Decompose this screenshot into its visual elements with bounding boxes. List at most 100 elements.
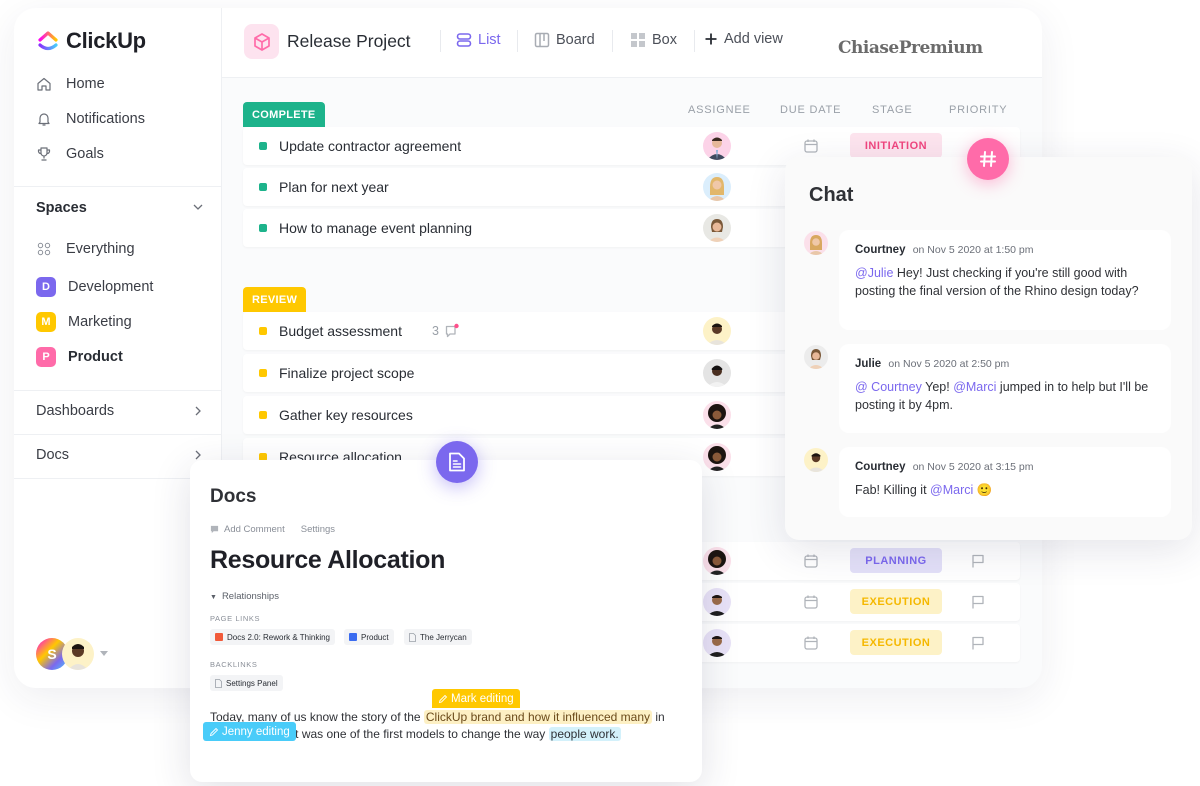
comment-bubble-icon[interactable] xyxy=(444,323,460,339)
message-author-avatar[interactable] xyxy=(804,231,828,255)
dashboards-chevron-right-icon[interactable] xyxy=(191,404,205,421)
mention-link[interactable]: @Marci xyxy=(953,380,996,394)
task-name[interactable]: Budget assessment xyxy=(279,323,402,339)
sidebar-item-everything[interactable]: Everything xyxy=(36,241,135,257)
page-link-chip[interactable]: Product xyxy=(344,629,394,645)
task-name[interactable]: Plan for next year xyxy=(279,179,389,195)
stage-badge[interactable]: INITIATION xyxy=(850,133,942,158)
message-author[interactable]: Courtney xyxy=(855,244,905,256)
sidebar-item-home[interactable]: Home xyxy=(36,76,105,92)
team-member-avatar[interactable] xyxy=(62,638,94,670)
column-header-priority[interactable]: PRIORITY xyxy=(949,104,1007,116)
task-row[interactable]: PLANNING xyxy=(690,542,1020,580)
clickup-logo[interactable]: ClickUp xyxy=(36,28,146,54)
status-dot[interactable] xyxy=(259,142,267,150)
due-date-calendar-icon[interactable] xyxy=(803,635,819,651)
message-author-avatar[interactable] xyxy=(804,345,828,369)
task-row[interactable]: Gather key resources xyxy=(243,396,788,434)
task-row[interactable]: EXECUTION xyxy=(690,624,1020,662)
due-date-calendar-icon[interactable] xyxy=(803,553,819,569)
add-view-button[interactable]: Add view xyxy=(704,31,783,47)
collaborator-cursor-mark: Mark editing xyxy=(432,689,520,708)
tab-list[interactable]: List xyxy=(456,32,501,48)
stage-badge[interactable]: EXECUTION xyxy=(850,589,942,614)
stage-badge[interactable]: PLANNING xyxy=(850,548,942,573)
status-group-complete[interactable]: COMPLETE xyxy=(243,102,325,127)
header-divider xyxy=(694,30,695,52)
status-dot[interactable] xyxy=(259,411,267,419)
assignee-avatar[interactable] xyxy=(703,317,731,345)
due-date-calendar-icon[interactable] xyxy=(803,138,819,154)
backlink-chip[interactable]: Settings Panel xyxy=(210,675,283,691)
emoji: 🙂 xyxy=(976,483,993,497)
assignee-avatar[interactable] xyxy=(703,132,731,160)
column-header-due-date[interactable]: DUE DATE xyxy=(780,104,841,116)
task-name[interactable]: Update contractor agreement xyxy=(279,138,461,154)
spaces-collapse-chevron-icon[interactable] xyxy=(191,200,205,217)
sidebar-space-development[interactable]: D Development xyxy=(36,277,153,297)
task-row[interactable]: Budget assessment 3 xyxy=(243,312,788,350)
task-name[interactable]: Gather key resources xyxy=(279,407,413,423)
tab-label: List xyxy=(478,32,501,48)
assignee-avatar[interactable] xyxy=(703,588,731,616)
assignee-avatar[interactable] xyxy=(703,401,731,429)
chat-channel-hash-button[interactable] xyxy=(967,138,1009,180)
task-row[interactable]: Finalize project scope xyxy=(243,354,788,392)
sidebar-item-dashboards[interactable]: Dashboards xyxy=(36,403,114,419)
column-header-assignee[interactable]: ASSIGNEE xyxy=(688,104,751,116)
sidebar-item-label: Notifications xyxy=(66,111,145,127)
status-dot[interactable] xyxy=(259,327,267,335)
pencil-icon xyxy=(209,727,219,736)
tab-box[interactable]: Box xyxy=(630,32,677,48)
task-row[interactable]: How to manage event planning xyxy=(243,209,788,247)
task-row[interactable]: Plan for next year xyxy=(243,168,788,206)
sidebar-space-marketing[interactable]: M Marketing xyxy=(36,312,132,332)
list-icon xyxy=(456,33,472,47)
mention-link[interactable]: @ Courtney xyxy=(855,380,922,394)
priority-flag-icon[interactable] xyxy=(970,594,986,610)
spaces-title: Spaces xyxy=(36,200,87,216)
status-dot[interactable] xyxy=(259,183,267,191)
stage-badge[interactable]: EXECUTION xyxy=(850,630,942,655)
page-link-chip[interactable]: Docs 2.0: Rework & Thinking xyxy=(210,629,336,645)
status-dot[interactable] xyxy=(259,369,267,377)
message-header: Courtney on Nov 5 2020 at 1:50 pm xyxy=(855,244,1155,256)
message-author-avatar[interactable] xyxy=(804,448,828,472)
add-comment-label: Add Comment xyxy=(224,524,285,535)
priority-flag-icon[interactable] xyxy=(970,553,986,569)
status-dot[interactable] xyxy=(259,224,267,232)
status-group-review[interactable]: REVIEW xyxy=(243,287,307,312)
comment-count[interactable]: 3 xyxy=(432,324,439,338)
sidebar-item-notifications[interactable]: Notifications xyxy=(36,111,145,127)
doc-heading[interactable]: Resource Allocation xyxy=(210,546,445,575)
sidebar-item-goals[interactable]: Goals xyxy=(36,146,104,162)
message-author[interactable]: Julie xyxy=(855,358,881,370)
column-header-stage[interactable]: STAGE xyxy=(872,104,912,116)
header-divider xyxy=(517,30,518,52)
assignee-avatar[interactable] xyxy=(703,214,731,242)
page-link-chip[interactable]: The Jerrycan xyxy=(404,629,472,645)
due-date-calendar-icon[interactable] xyxy=(803,594,819,610)
add-comment-button[interactable]: Add Comment xyxy=(210,524,285,535)
docs-badge-button[interactable] xyxy=(436,441,478,483)
assignee-avatar[interactable] xyxy=(703,629,731,657)
assignee-avatar[interactable] xyxy=(703,443,731,471)
mention-link[interactable]: @Marci xyxy=(930,483,973,497)
relationships-toggle[interactable]: ▼ Relationships xyxy=(210,591,279,602)
settings-button[interactable]: Settings xyxy=(301,524,335,535)
sidebar-item-docs[interactable]: Docs xyxy=(36,447,69,463)
board-icon xyxy=(534,32,550,48)
task-name[interactable]: Finalize project scope xyxy=(279,365,414,381)
sidebar-space-product[interactable]: P Product xyxy=(36,347,123,367)
assignee-avatar[interactable] xyxy=(703,547,731,575)
mention-link[interactable]: @Julie xyxy=(855,266,893,280)
user-menu-caret-icon[interactable] xyxy=(100,651,108,657)
message-author[interactable]: Courtney xyxy=(855,461,905,473)
task-name[interactable]: How to manage event planning xyxy=(279,220,472,236)
message-timestamp: on Nov 5 2020 at 1:50 pm xyxy=(912,244,1034,256)
task-row[interactable]: EXECUTION xyxy=(690,583,1020,621)
tab-board[interactable]: Board xyxy=(534,32,595,48)
assignee-avatar[interactable] xyxy=(703,173,731,201)
assignee-avatar[interactable] xyxy=(703,359,731,387)
priority-flag-icon[interactable] xyxy=(970,635,986,651)
